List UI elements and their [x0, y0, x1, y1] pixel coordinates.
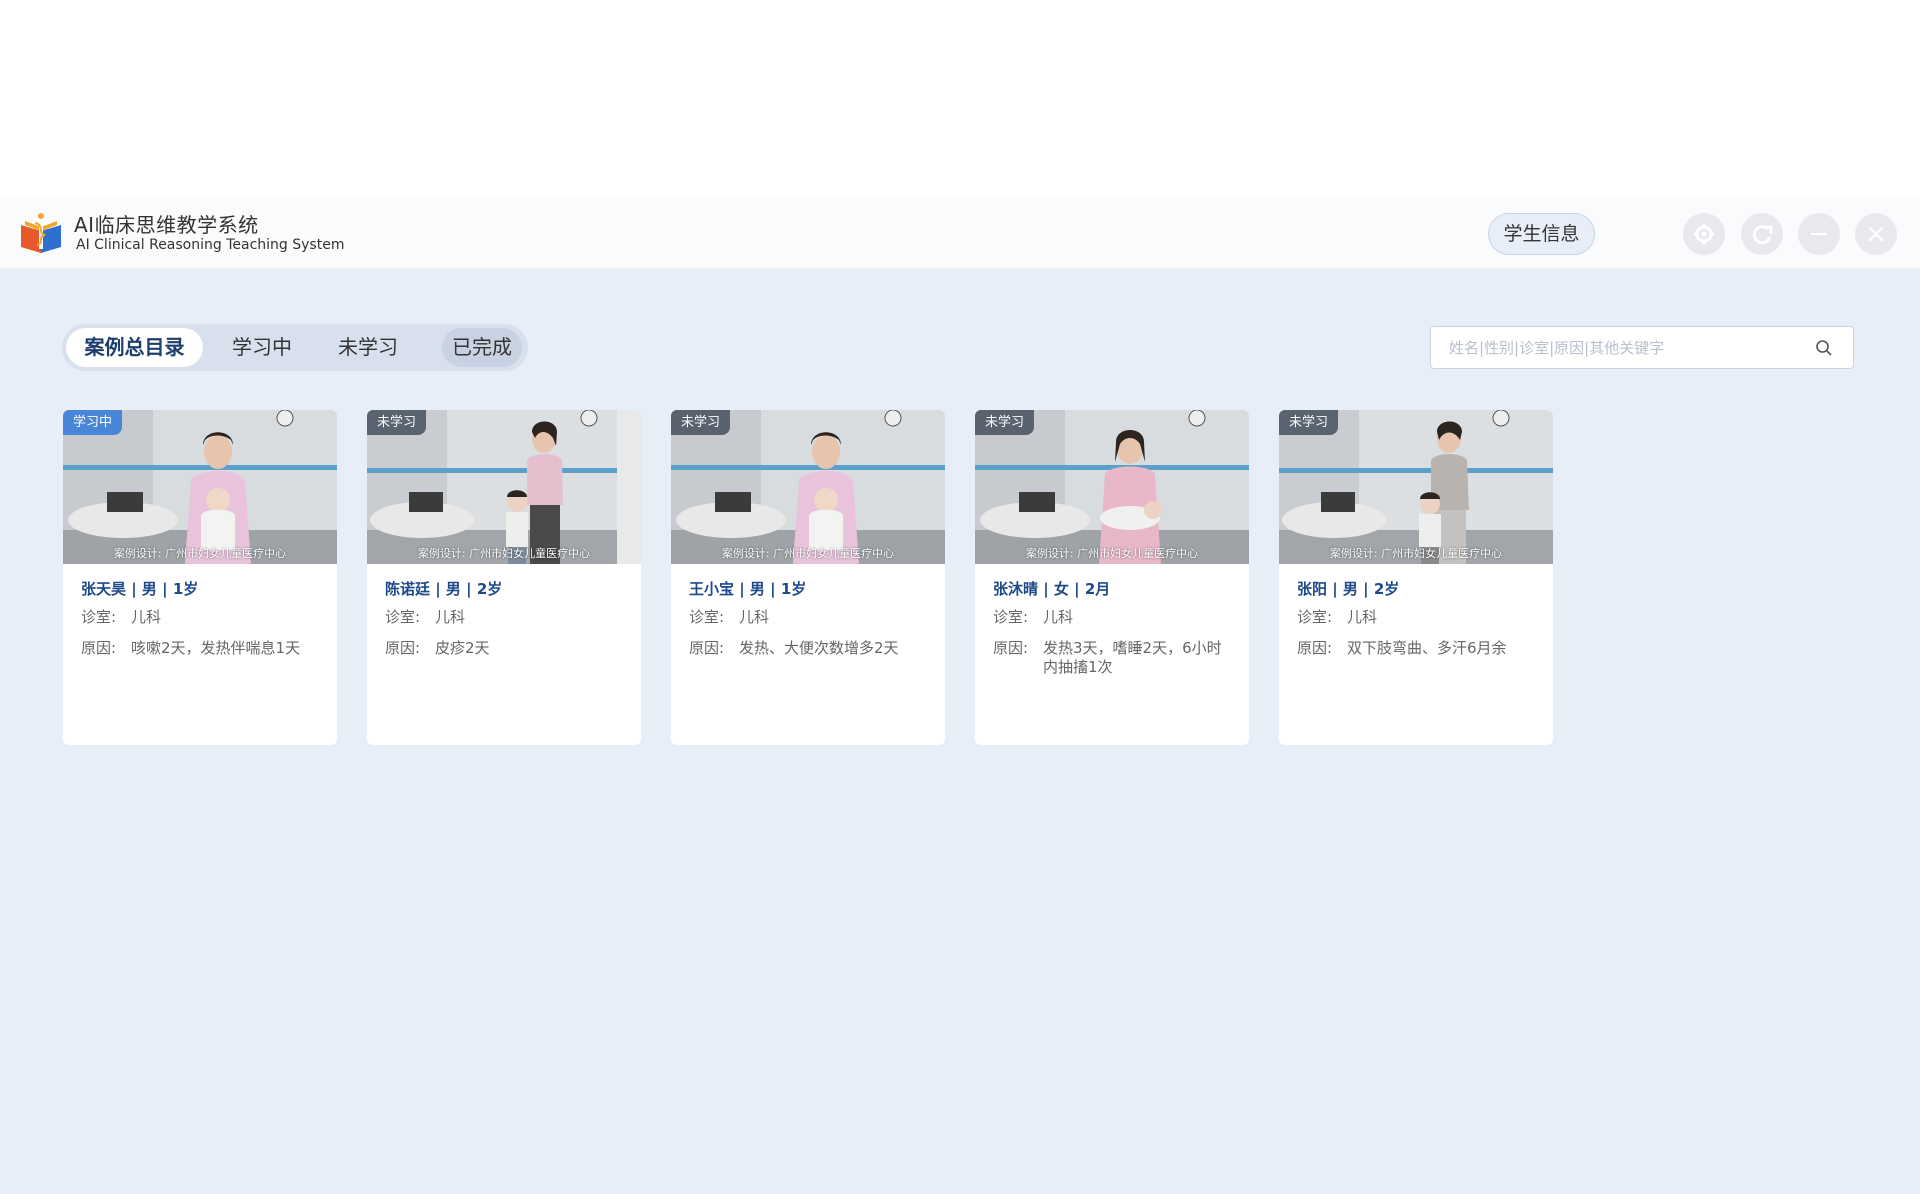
- case-thumbnail: 未学习 案例设计: 广州市妇女儿童医疗中心: [1279, 410, 1553, 564]
- reason-value: 双下肢弯曲、多汗6月余: [1347, 639, 1507, 657]
- case-card[interactable]: 未学习 案例设计: 广州市妇女儿童医疗中心 张沐晴 | 女 | 2月 诊室: 儿…: [975, 410, 1249, 745]
- tab-not-learned[interactable]: 未学习: [318, 328, 418, 367]
- settings-button[interactable]: [1683, 213, 1725, 255]
- patient-name: 张阳 | 男 | 2岁: [1297, 580, 1400, 598]
- case-thumbnail: 未学习 案例设计: 广州市妇女儿童医疗中心: [671, 410, 945, 564]
- reason-label: 原因:: [993, 639, 1029, 657]
- filter-tabs: 案例总目录 学习中 未学习 已完成: [62, 324, 528, 371]
- close-button[interactable]: [1855, 213, 1897, 255]
- reason-label: 原因:: [1297, 639, 1333, 657]
- title-bar: AI临床思维教学系统 AI Clinical Reasoning Teachin…: [0, 197, 1920, 269]
- student-info-button[interactable]: 学生信息: [1488, 213, 1595, 255]
- case-card[interactable]: 未学习 案例设计: 广州市妇女儿童医疗中心 王小宝 | 男 | 1岁 诊室: 儿…: [671, 410, 945, 745]
- refresh-icon: [1752, 225, 1773, 245]
- clinic-value: 儿科: [1347, 608, 1378, 626]
- case-card[interactable]: 未学习 案例设计: 广州市妇女儿童医疗中心 陈诺廷 | 男 | 2岁 诊室: 儿…: [367, 410, 641, 745]
- reason-row: 原因: 双下肢弯曲、多汗6月余: [1297, 639, 1537, 658]
- image-watermark: 案例设计: 广州市妇女儿童医疗中心: [1025, 547, 1199, 560]
- search-icon[interactable]: [1815, 339, 1833, 357]
- clinic-label: 诊室:: [689, 608, 725, 626]
- clinic-label: 诊室:: [385, 608, 421, 626]
- search-box: [1430, 326, 1854, 369]
- image-watermark: 案例设计: 广州市妇女儿童医疗中心: [1329, 547, 1503, 560]
- clinic-row: 诊室: 儿科: [81, 608, 321, 627]
- reason-label: 原因:: [385, 639, 421, 657]
- clinic-row: 诊室: 儿科: [689, 608, 929, 627]
- close-icon: [1868, 226, 1884, 242]
- app-title: AI临床思维教学系统: [74, 213, 259, 237]
- status-badge: 未学习: [975, 410, 1035, 435]
- clinic-label: 诊室:: [81, 608, 117, 626]
- status-badge: 未学习: [1279, 410, 1339, 435]
- clinic-value: 儿科: [739, 608, 770, 626]
- reason-label: 原因:: [81, 639, 117, 657]
- main-content: 案例总目录 学习中 未学习 已完成 姓名|性别|诊室|原因|其他关键字 学习中 …: [0, 269, 1920, 1194]
- status-badge: 学习中: [63, 410, 123, 435]
- case-thumbnail: 学习中 案例设计: 广州市妇女儿童医疗中心: [63, 410, 337, 564]
- status-badge: 未学习: [367, 410, 427, 435]
- image-watermark: 案例设计: 广州市妇女儿童医疗中心: [113, 547, 287, 560]
- tab-completed[interactable]: 已完成: [442, 328, 522, 367]
- patient-name: 陈诺廷 | 男 | 2岁: [385, 580, 503, 598]
- clinic-row: 诊室: 儿科: [385, 608, 625, 627]
- reason-value: 发热3天，嗜睡2天，6小时内抽搐1次: [1043, 639, 1222, 676]
- reason-value: 咳嗽2天，发热伴喘息1天: [131, 639, 301, 657]
- patient-name: 王小宝 | 男 | 1岁: [689, 580, 807, 598]
- case-card[interactable]: 学习中 案例设计: 广州市妇女儿童医疗中心 张天昊 | 男 | 1岁 诊室: 儿…: [63, 410, 337, 745]
- reason-row: 原因: 发热3天，嗜睡2天，6小时内抽搐1次: [993, 639, 1233, 677]
- minimize-icon: [1811, 233, 1827, 235]
- image-watermark: 案例设计: 广州市妇女儿童医疗中心: [721, 547, 895, 560]
- image-watermark: 案例设计: 广州市妇女儿童医疗中心: [417, 547, 591, 560]
- reason-label: 原因:: [689, 639, 725, 657]
- minimize-button[interactable]: [1798, 213, 1840, 255]
- clinic-row: 诊室: 儿科: [1297, 608, 1537, 627]
- clinic-value: 儿科: [1043, 608, 1074, 626]
- search-input[interactable]: [1449, 327, 1809, 368]
- clinic-row: 诊室: 儿科: [993, 608, 1233, 627]
- app-subtitle: AI Clinical Reasoning Teaching System: [76, 237, 345, 253]
- clinic-value: 儿科: [131, 608, 162, 626]
- patient-name: 张沐晴 | 女 | 2月: [993, 580, 1111, 598]
- tab-learning[interactable]: 学习中: [212, 328, 312, 367]
- clinic-value: 儿科: [435, 608, 466, 626]
- case-card[interactable]: 未学习 案例设计: 广州市妇女儿童医疗中心 张阳 | 男 | 2岁 诊室: 儿科…: [1279, 410, 1553, 745]
- reason-value: 发热、大便次数增多2天: [739, 639, 899, 657]
- tab-all-cases[interactable]: 案例总目录: [66, 328, 203, 367]
- reason-value: 皮疹2天: [435, 639, 490, 657]
- reason-row: 原因: 皮疹2天: [385, 639, 625, 658]
- app-logo: [21, 213, 61, 253]
- patient-name: 张天昊 | 男 | 1岁: [81, 580, 199, 598]
- status-badge: 未学习: [671, 410, 731, 435]
- clinic-label: 诊室:: [993, 608, 1029, 626]
- reason-row: 原因: 咳嗽2天，发热伴喘息1天: [81, 639, 321, 658]
- case-thumbnail: 未学习 案例设计: 广州市妇女儿童医疗中心: [367, 410, 641, 564]
- gear-icon: [1694, 224, 1714, 244]
- refresh-button[interactable]: [1741, 213, 1783, 255]
- clinic-label: 诊室:: [1297, 608, 1333, 626]
- case-thumbnail: 未学习 案例设计: 广州市妇女儿童医疗中心: [975, 410, 1249, 564]
- reason-row: 原因: 发热、大便次数增多2天: [689, 639, 929, 658]
